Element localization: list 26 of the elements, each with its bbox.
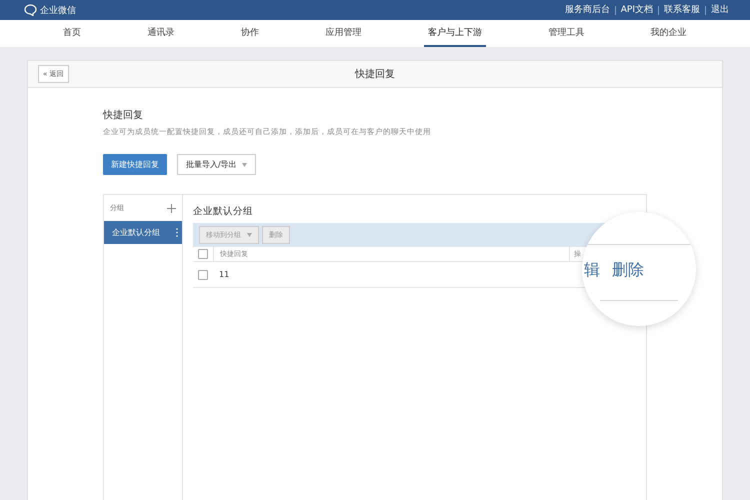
chat-bubble-icon — [24, 4, 37, 16]
nav-tab[interactable]: 客户与上下游 — [424, 20, 486, 47]
nav-tab[interactable]: 管理工具 — [544, 20, 588, 47]
card-title: 快捷回复 — [355, 68, 395, 81]
import-export-button[interactable]: 批量导入/导出 — [177, 154, 256, 175]
nav-tab[interactable]: 首页 — [59, 20, 86, 47]
brand-name: 企业微信 — [40, 4, 76, 16]
group-item[interactable]: 企业默认分组 — [104, 221, 182, 244]
caret-icon — [242, 162, 247, 166]
caret-icon — [247, 233, 252, 237]
nav-tab[interactable]: 应用管理 — [321, 20, 366, 47]
new-reply-button[interactable]: 新建快捷回复 — [103, 154, 167, 175]
top-link[interactable]: 联系客服 — [658, 6, 705, 14]
table-title: 企业默认分组 — [193, 205, 254, 219]
row-checkbox[interactable] — [198, 270, 208, 280]
magnified-text: 辑 — [584, 260, 600, 281]
nav-tab[interactable]: 通讯录 — [144, 20, 179, 47]
top-link[interactable]: 退出 — [705, 6, 734, 14]
top-link[interactable]: 服务商后台 — [560, 6, 615, 14]
section-title: 快捷回复 — [103, 108, 144, 122]
nav-tab[interactable]: 我的企业 — [646, 20, 691, 47]
table-cell: 11 — [219, 270, 230, 279]
nav-tab[interactable]: 协作 — [237, 20, 264, 47]
select-all-checkbox[interactable] — [198, 249, 208, 259]
add-icon[interactable] — [167, 204, 176, 212]
top-link[interactable]: API文档 — [614, 6, 658, 14]
